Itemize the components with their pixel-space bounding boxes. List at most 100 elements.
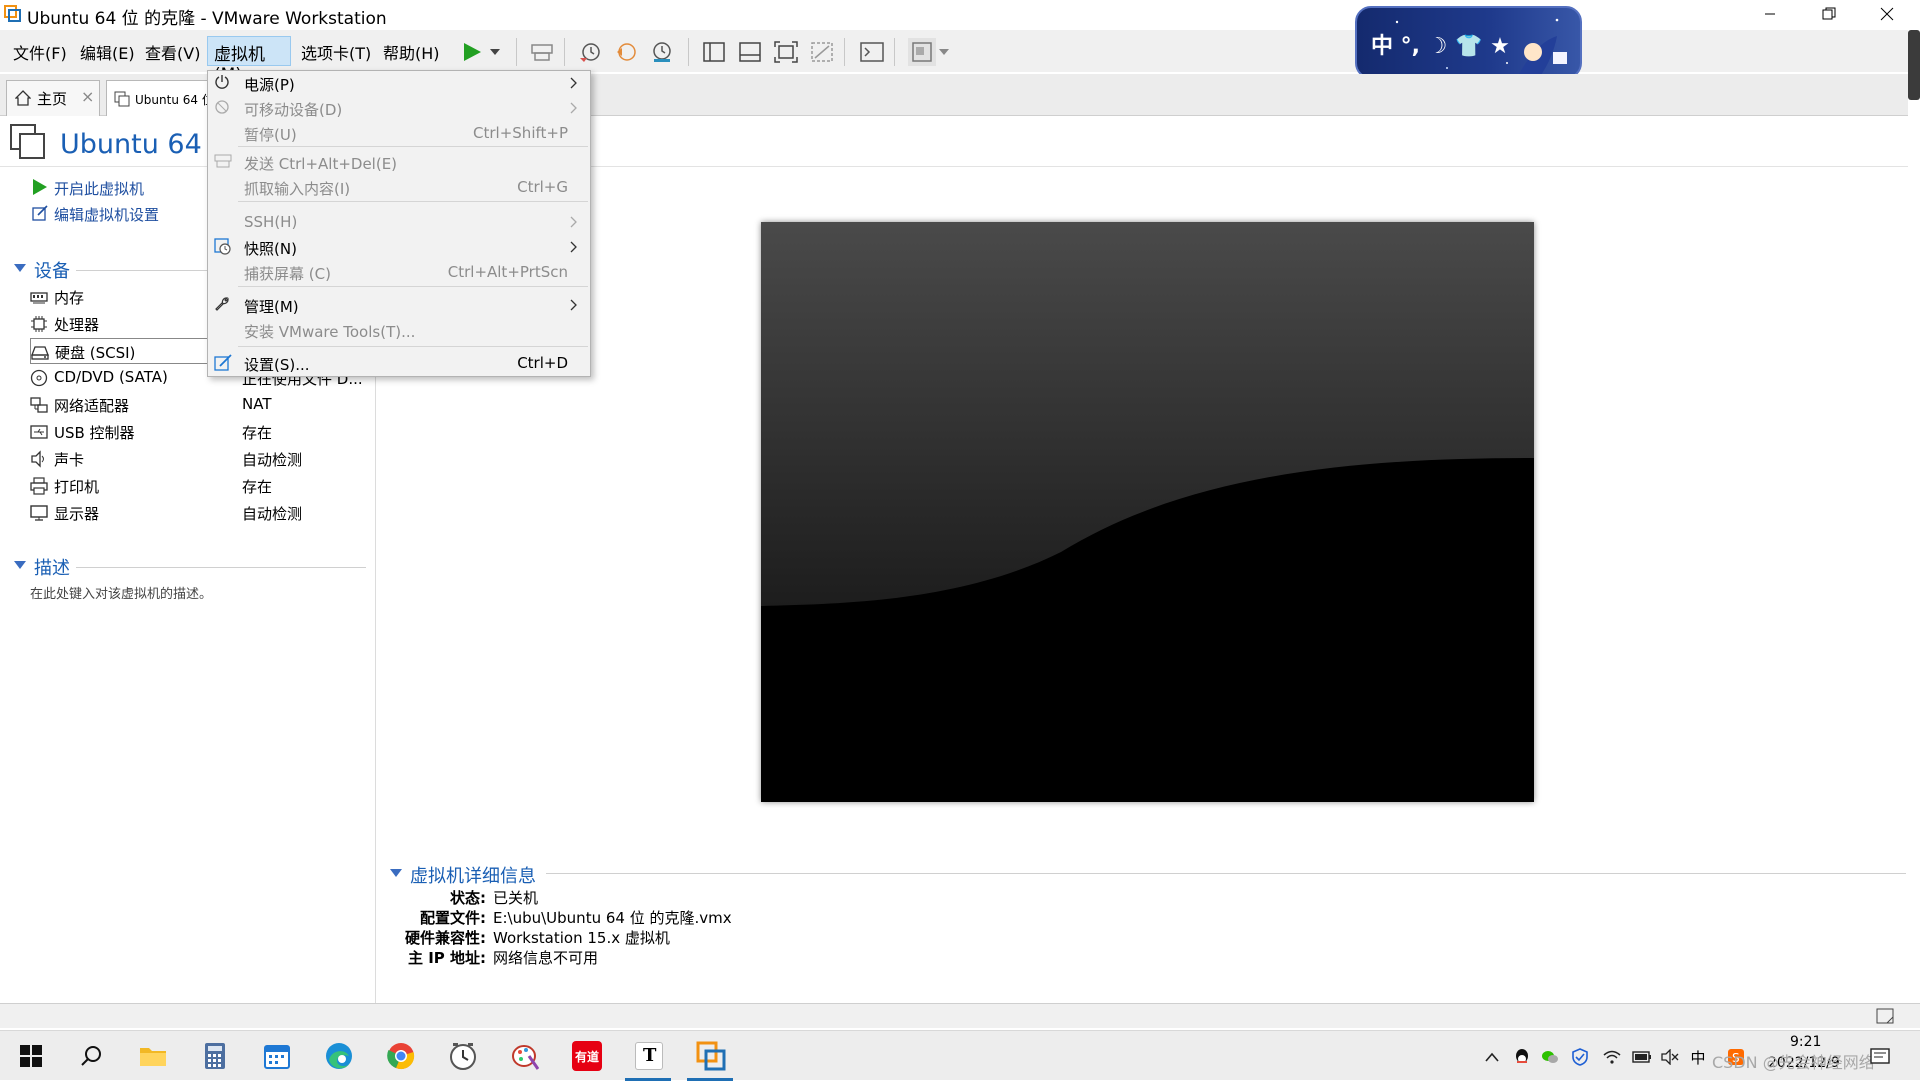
submenu-arrow-icon [570, 72, 578, 89]
close-button[interactable] [1858, 0, 1916, 28]
menu-tabs[interactable]: 选项卡(T) [301, 40, 371, 64]
message-log-icon[interactable] [1876, 1008, 1894, 1024]
tray-battery[interactable] [1632, 1047, 1652, 1067]
vm-tab-icon [114, 91, 130, 107]
revert-snapshot-button[interactable] [612, 38, 640, 66]
clock-time[interactable]: 9:21 [1790, 1034, 1821, 1050]
vmware-app-icon [4, 5, 21, 22]
ime-indicator: 中 [1690, 1048, 1706, 1067]
tab-home[interactable]: 主页 × [6, 80, 100, 116]
menu-vm-active[interactable]: 虚拟机(M) [207, 36, 291, 85]
tray-volume[interactable] [1660, 1047, 1680, 1067]
taskbar-search-button[interactable] [74, 1039, 108, 1073]
taskbar-chrome[interactable] [384, 1039, 418, 1073]
taskbar-edge[interactable] [322, 1039, 356, 1073]
device-value: 自动检测 [242, 505, 303, 523]
menu-help[interactable]: 帮助(H) [383, 40, 440, 64]
tray-security[interactable] [1570, 1047, 1590, 1067]
snapshot-button[interactable] [576, 38, 604, 66]
taskbar-calendar[interactable] [260, 1039, 294, 1073]
tray-wifi[interactable] [1602, 1047, 1622, 1067]
unity-button[interactable] [808, 38, 836, 66]
chevron-down-icon [939, 48, 949, 56]
device-row[interactable]: 显示器 自动检测 [30, 500, 370, 526]
menu-item: 暂停(U) Ctrl+Shift+P [208, 121, 590, 145]
device-row[interactable]: 网络适配器 NAT [30, 392, 370, 418]
title-bar: Ubuntu 64 位 的克隆 - VMware Workstation [0, 0, 1920, 29]
tray-qq[interactable] [1512, 1047, 1532, 1067]
vm-screen-thumbnail[interactable] [761, 222, 1534, 802]
device-row[interactable]: USB 控制器 存在 [30, 419, 370, 445]
detail-value: Workstation 15.x 虚拟机 [493, 929, 670, 947]
scrollbar-thumb[interactable] [1908, 30, 1920, 100]
submenu-arrow-icon [570, 236, 578, 253]
keyboard-icon [530, 41, 554, 63]
snapshot-manager-button[interactable] [648, 38, 676, 66]
tray-ime[interactable]: 中 [1688, 1047, 1708, 1067]
network-icon [30, 396, 48, 414]
device-row[interactable]: 打印机 存在 [30, 473, 370, 499]
taskbar-typora[interactable]: T [632, 1039, 666, 1073]
details-section-title: 虚拟机详细信息 [410, 866, 536, 887]
search-icon [80, 1045, 102, 1067]
taskbar-paint[interactable] [508, 1039, 542, 1073]
menu-view[interactable]: 查看(V) [145, 40, 200, 64]
menu-edit[interactable]: 编辑(E) [80, 40, 135, 64]
minimize-button[interactable] [1741, 0, 1799, 28]
status-bar [0, 1003, 1920, 1028]
send-ctrl-alt-del-button[interactable] [528, 38, 556, 66]
play-icon [461, 41, 483, 63]
taskbar-youdao[interactable]: 有道 [570, 1039, 604, 1073]
keyboard-icon [214, 153, 232, 171]
view-stretch-dropdown[interactable] [936, 38, 952, 66]
tray-overflow-button[interactable] [1482, 1047, 1502, 1067]
restore-button[interactable] [1800, 0, 1858, 28]
view-stretch-button[interactable] [908, 38, 936, 66]
menu-item[interactable]: 快照(N) [208, 235, 590, 259]
taskbar-clock-app[interactable] [446, 1039, 480, 1073]
notification-icon [1870, 1048, 1890, 1066]
device-value: 自动检测 [242, 451, 303, 469]
show-library-button[interactable] [700, 38, 728, 66]
start-button[interactable] [14, 1039, 48, 1073]
device-name: 显示器 [54, 505, 100, 523]
power-on-vm-label: 开启此虚拟机 [54, 180, 145, 198]
tray-notifications[interactable] [1868, 1047, 1892, 1067]
menu-item[interactable]: 电源(P) [208, 71, 590, 95]
revert-snapshot-icon [614, 40, 638, 64]
show-thumbnail-button[interactable] [736, 38, 764, 66]
device-row[interactable]: 声卡 自动检测 [30, 446, 370, 472]
description-placeholder[interactable]: 在此处键入对该虚拟机的描述。 [30, 583, 212, 602]
collapse-arrow-icon [14, 561, 26, 570]
menu-item-label: 设置(S)... [244, 356, 310, 374]
taskbar-calculator[interactable] [198, 1039, 232, 1073]
snapshot-icon [578, 40, 602, 64]
edge-icon [325, 1042, 353, 1070]
menu-file[interactable]: 文件(F) [13, 40, 67, 64]
usb-icon [30, 423, 48, 441]
close-icon [1880, 7, 1894, 21]
console-view-button[interactable] [858, 38, 886, 66]
menu-item-label: 电源(P) [244, 76, 295, 94]
detail-value: E:\ubu\Ubuntu 64 位 的克隆.vmx [493, 909, 732, 927]
file-explorer-icon [139, 1044, 167, 1068]
taskbar-vmware[interactable] [694, 1039, 728, 1073]
power-on-button[interactable] [458, 38, 486, 66]
detail-label: 主 IP 地址: [407, 949, 486, 967]
description-section-title: 描述 [34, 558, 70, 579]
menu-item[interactable]: 设置(S)... Ctrl+D [208, 351, 590, 375]
tab-close-icon[interactable]: × [81, 87, 94, 106]
vm-clone-icon [10, 124, 46, 160]
settings-icon [214, 354, 232, 372]
tab-ubuntu-clone[interactable]: Ubuntu 64 位 [106, 80, 214, 116]
detail-value: 网络信息不可用 [493, 949, 599, 967]
fullscreen-button[interactable] [772, 38, 800, 66]
tray-wechat[interactable] [1540, 1047, 1560, 1067]
menu-bar: 文件(F) 编辑(E) 查看(V) 虚拟机(M) 选项卡(T) 帮助(H) [0, 30, 1908, 85]
power-dropdown-button[interactable] [486, 38, 504, 66]
submenu-arrow-icon [570, 294, 578, 311]
typora-label: T [643, 1045, 657, 1066]
menu-item[interactable]: 管理(M) [208, 293, 590, 317]
ime-status-widget[interactable]: 中 °, ☽ 👕 ★ [1355, 6, 1582, 79]
taskbar-file-explorer[interactable] [136, 1039, 170, 1073]
